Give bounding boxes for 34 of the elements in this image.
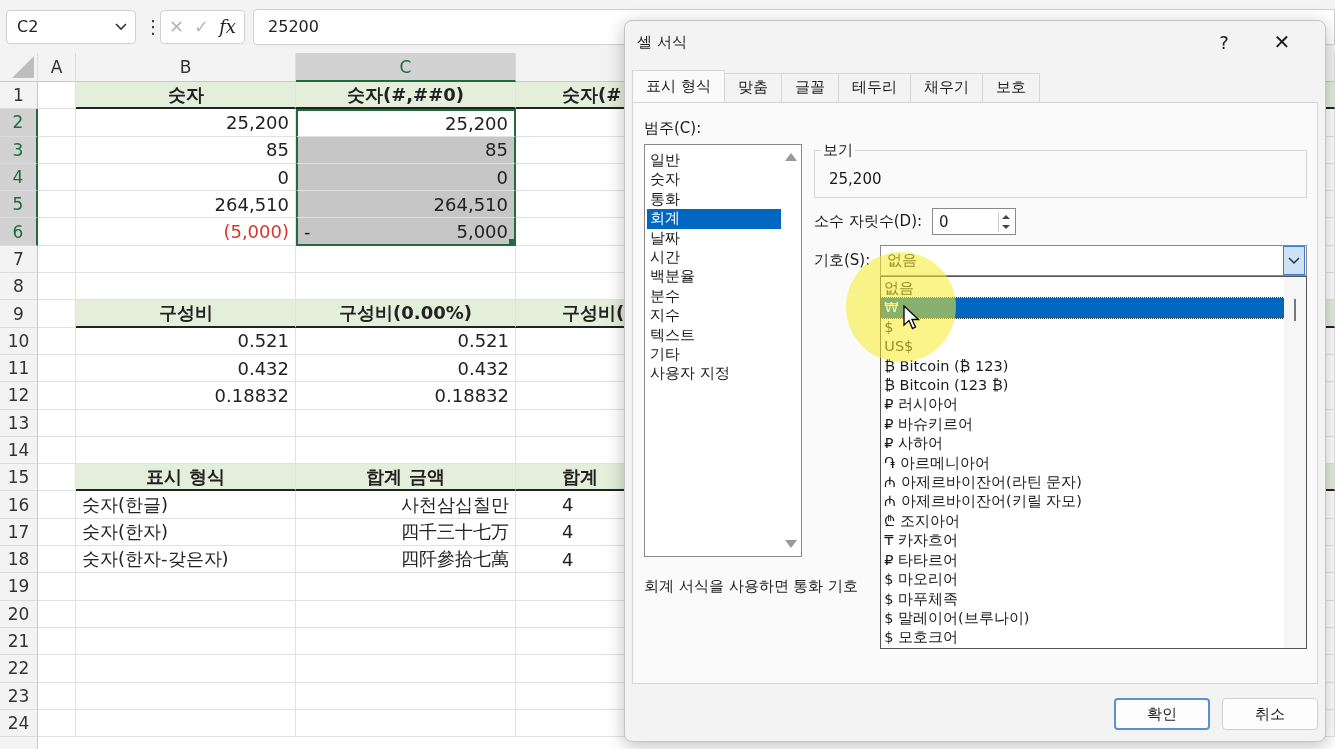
table-cell: 숫자(한글) bbox=[76, 491, 296, 519]
dialog-title: 셀 서식 bbox=[637, 32, 688, 52]
info-text: 회계 서식을 사용하면 통화 기호 bbox=[644, 577, 859, 596]
table-cell: 숫자(한자) bbox=[76, 518, 296, 547]
table-cell: 0.432 bbox=[76, 354, 296, 383]
table-cell: 0.521 bbox=[76, 327, 296, 355]
table-cell: 四千三十七万 bbox=[296, 518, 516, 547]
header-cell: 숫자 bbox=[76, 82, 296, 110]
table-cell: 四阡參拾七萬 bbox=[296, 546, 516, 574]
table-cell: 25,200 bbox=[76, 109, 296, 137]
table-cell: 0.432 bbox=[296, 354, 516, 383]
category-label: 범주(C): bbox=[644, 119, 702, 138]
table-cell: 264,510 bbox=[76, 191, 296, 219]
header-cell: 표시 형식 bbox=[76, 464, 296, 492]
table-cell: 0.18832 bbox=[296, 382, 516, 410]
header-cell: 합계 금액 bbox=[296, 464, 516, 492]
table-cell: 0 bbox=[296, 163, 516, 192]
header-cell: 구성비 bbox=[76, 300, 296, 328]
preview-value: 25,200 bbox=[829, 170, 882, 188]
preview-label: 보기 bbox=[821, 141, 855, 160]
table-cell: 85 bbox=[296, 136, 516, 164]
table-cell: 85 bbox=[76, 136, 296, 164]
table-cell: 사천삼십칠만 bbox=[296, 491, 516, 519]
table-cell: 0.521 bbox=[296, 327, 516, 355]
symbol-label: 기호(S): bbox=[814, 251, 871, 270]
table-cell: 숫자(한자-갖은자) bbox=[76, 546, 296, 574]
header-cell: 숫자(#,##0) bbox=[296, 82, 516, 110]
table-cell: 0.18832 bbox=[76, 382, 296, 410]
table-cell: 0 bbox=[76, 163, 296, 192]
table-cell: (5,000) bbox=[76, 218, 296, 246]
decimal-places-label: 소수 자릿수(D): bbox=[814, 212, 923, 231]
header-cell: 구성비(0.00%) bbox=[296, 300, 516, 328]
table-cell: 264,510 bbox=[296, 191, 516, 219]
table-cell: - 5,000 bbox=[296, 218, 516, 246]
